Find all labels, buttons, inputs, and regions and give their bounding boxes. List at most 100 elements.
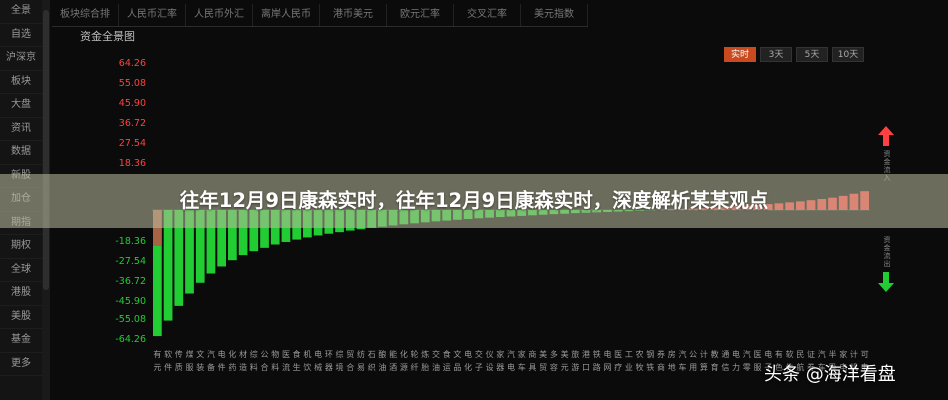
y-tick-label: 64.26 [119,58,146,69]
outflow-label: 资金流出 [883,236,891,268]
y-tick-label: 27.54 [119,138,146,149]
category-label: 网 [603,363,611,372]
category-label: 力 [732,362,740,372]
category-label: 车 [678,362,686,372]
category-label: 汽 [207,349,215,359]
category-label: 传 [175,349,183,359]
category-label: 合 [261,362,269,372]
category-label: 件 [164,362,172,372]
category-label: 路 [593,362,601,372]
category-label: 食 [443,349,451,359]
category-label: 旅 [571,349,579,359]
category-label: 文 [453,349,461,359]
category-label: 公 [261,350,269,359]
y-tick-label: -64.26 [115,334,146,345]
category-label: 零 [743,363,751,372]
category-label: 料 [271,362,279,372]
category-label: 服 [753,363,761,372]
category-label: 件 [218,362,226,372]
category-label: 公 [689,350,697,359]
category-label: 油 [432,362,440,372]
category-label: 装 [196,362,204,372]
category-label: 油 [378,362,386,372]
category-label: 贸 [539,362,547,372]
category-label: 织 [368,362,376,372]
category-label: 机 [303,349,311,359]
category-label: 港 [582,349,590,359]
category-label: 商 [657,362,665,372]
category-label: 纺 [357,349,365,359]
category-label: 通 [721,349,729,359]
category-label: 饮 [303,362,311,372]
y-tick-label: -45.90 [115,296,146,307]
category-label: 算 [700,362,708,372]
category-label: 酿 [378,349,386,359]
category-label: 电 [732,349,740,359]
y-tick-label: -36.72 [115,276,146,287]
category-label: 育 [711,362,719,372]
category-label: 钢 [646,349,654,359]
category-label: 轮 [411,349,419,359]
category-label: 仪 [486,350,494,359]
category-label: 综 [250,349,258,359]
category-label: 电 [464,349,472,359]
category-label: 元 [561,363,569,372]
category-label: 家 [518,349,526,359]
category-label: 软 [164,349,172,359]
category-label: 质 [175,362,183,372]
y-tick-label: 45.90 [119,98,146,109]
category-label: 容 [550,362,558,372]
category-label: 疗 [614,362,622,372]
category-label: 计 [850,349,858,359]
category-label: 具 [528,363,536,372]
inflow-arrow-icon [878,126,894,146]
category-label: 家 [496,349,504,359]
category-label: 多 [550,349,558,359]
category-label: 半 [828,349,836,359]
category-label: 纤 [411,362,419,372]
category-label: 医 [614,350,622,359]
category-label: 炼 [421,349,429,359]
category-label: 子 [475,363,483,372]
category-label: 电 [507,362,515,372]
category-label: 服 [186,363,194,372]
category-label: 能 [389,349,397,359]
category-label: 化 [400,349,408,359]
category-label: 医 [282,350,290,359]
category-label: 药 [228,362,236,372]
category-label: 文 [196,349,204,359]
category-label: 贸 [346,349,354,359]
category-label: 流 [282,362,290,372]
watermark: 头条 @海洋看盘 [764,364,896,385]
category-label: 运 [443,363,451,372]
category-label: 械 [314,362,322,372]
category-label: 造 [239,362,247,372]
category-label: 汽 [818,349,826,359]
category-label: 工 [625,350,633,359]
category-label: 煤 [186,349,194,359]
category-label: 器 [325,363,333,372]
category-label: 证 [807,350,815,359]
category-label: 汽 [507,349,515,359]
category-label: 电 [314,349,322,359]
category-label: 交 [475,349,483,359]
category-label: 汽 [678,349,686,359]
y-tick-label: 55.08 [119,78,146,89]
category-label: 电 [764,349,772,359]
category-label: 房 [668,349,676,359]
outflow-arrow-icon [878,272,894,292]
category-label: 铁 [646,362,654,372]
category-label: 电 [218,349,226,359]
category-label: 备 [207,362,215,372]
y-tick-label: -18.36 [115,236,146,247]
category-label: 软 [786,349,794,359]
category-label: 元 [153,363,161,372]
category-label: 器 [496,363,504,372]
category-label: 可 [861,350,869,359]
category-label: 铁 [593,349,601,359]
category-label: 计 [700,349,708,359]
category-label: 车 [518,362,526,372]
category-label: 设 [486,362,494,372]
category-label: 教 [711,349,719,359]
category-label: 医 [753,350,761,359]
